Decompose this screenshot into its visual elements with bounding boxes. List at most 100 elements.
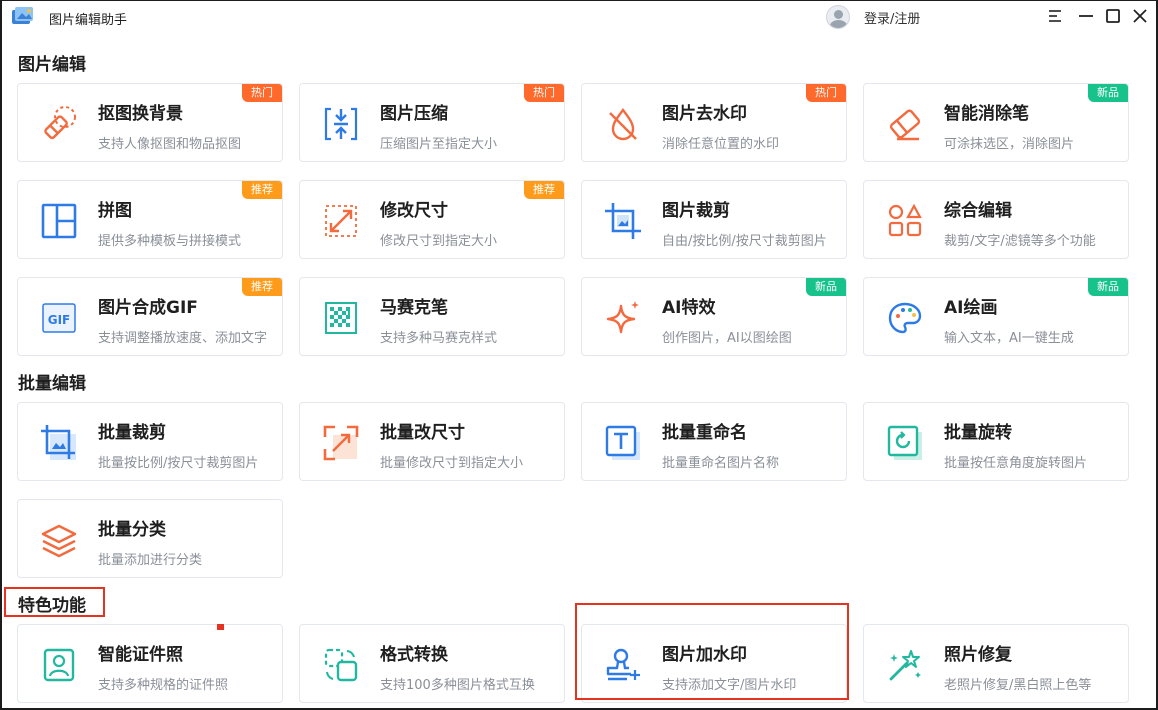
card-title: 格式转换 (380, 645, 448, 665)
highlight-box-watermark-card (575, 603, 849, 700)
card-title: 拼图 (98, 201, 132, 221)
card-title: 修改尺寸 (380, 201, 448, 221)
annotation-marker (217, 624, 224, 630)
close-icon (1133, 9, 1147, 23)
card-description: 支持人像抠图和物品抠图 (98, 137, 242, 152)
minimize-button[interactable] (1076, 6, 1096, 26)
badge-hot: 热门 (242, 84, 282, 102)
card-description: 支持调整播放速度、添加文字 (98, 331, 268, 346)
card-title: 批量改尺寸 (380, 423, 465, 443)
card-description: 可涂抹选区，消除图片 (944, 137, 1075, 152)
badge-recommend: 推荐 (242, 278, 282, 296)
card-title: 图片压缩 (380, 104, 448, 124)
card-image-compress[interactable]: 图片压缩 压缩图片至指定大小 热门 (299, 83, 565, 162)
card-description: 批量添加进行分类 (98, 553, 203, 568)
card-title: 智能消除笔 (944, 104, 1029, 124)
card-batch-crop[interactable]: 批量裁剪 批量按比例/按尺寸裁剪图片 (17, 402, 283, 481)
card-photo-restore[interactable]: 照片修复 老照片修复/黑白照上色等 (863, 624, 1129, 703)
card-gif-maker[interactable]: GIF 图片合成GIF 支持调整播放速度、添加文字 推荐 (17, 277, 283, 356)
login-label: 登录/注册 (864, 11, 921, 27)
batch-crop-icon (41, 425, 76, 460)
card-title: 图片去水印 (662, 104, 747, 124)
badge-recommend: 推荐 (524, 181, 564, 199)
card-mosaic-pen[interactable]: 马赛克笔 支持多种马赛克样式 (299, 277, 565, 356)
badge-new: 新品 (1088, 278, 1128, 296)
maximize-button[interactable] (1103, 6, 1123, 26)
card-description: 批量按比例/按尺寸裁剪图片 (98, 456, 259, 471)
avatar (826, 5, 850, 29)
smart-eraser-icon (889, 109, 921, 141)
card-batch-resize[interactable]: 批量改尺寸 批量修改尺寸到指定大小 (299, 402, 565, 481)
card-resize[interactable]: 修改尺寸 修改尺寸到指定大小 推荐 (299, 180, 565, 259)
highlight-box-section (4, 587, 105, 617)
format-convert-icon (324, 648, 358, 682)
batch-rotate-icon (887, 425, 922, 460)
app-title: 图片编辑助手 (49, 13, 128, 28)
resize-icon (325, 205, 357, 237)
card-description: 批量修改尺寸到指定大小 (380, 456, 524, 471)
badge-new: 新品 (1088, 84, 1128, 102)
eraser-icon (44, 106, 76, 140)
app-logo-icon (12, 7, 33, 24)
card-description: 支持100多种图片格式互换 (380, 678, 535, 693)
layers-icon (41, 524, 77, 558)
id-photo-icon (43, 648, 75, 682)
card-title: 马赛克笔 (380, 298, 448, 318)
palette-icon (888, 302, 922, 334)
badge-new: 新品 (806, 278, 846, 296)
menu-icon (1049, 10, 1061, 22)
menu-button[interactable] (1045, 6, 1065, 26)
card-batch-classify[interactable]: 批量分类 批量添加进行分类 (17, 499, 283, 578)
card-smart-eraser[interactable]: 智能消除笔 可涂抹选区，消除图片 新品 (863, 83, 1129, 162)
sparkle-icon (606, 301, 639, 334)
card-remove-watermark[interactable]: 图片去水印 消除任意位置的水印 热门 (581, 83, 847, 162)
batch-rename-icon (605, 425, 640, 460)
card-description: 批量重命名图片名称 (662, 456, 780, 471)
card-description: 老照片修复/黑白照上色等 (944, 678, 1092, 693)
card-format-convert[interactable]: 格式转换 支持100多种图片格式互换 (299, 624, 565, 703)
crop-icon (605, 203, 641, 239)
card-title: 批量分类 (98, 520, 166, 540)
card-collage[interactable]: 拼图 提供多种模板与拼接模式 推荐 (17, 180, 283, 259)
card-title: 批量重命名 (662, 423, 747, 443)
card-title: 智能证件照 (98, 645, 183, 665)
card-title: AI绘画 (944, 298, 998, 318)
login-button[interactable]: 登录/注册 (826, 5, 920, 29)
card-description: 提供多种模板与拼接模式 (98, 234, 242, 249)
section-title-batch-edit: 批量编辑 (18, 374, 86, 394)
minimize-icon (1079, 15, 1093, 17)
card-title: 照片修复 (944, 645, 1012, 665)
batch-resize-icon (323, 425, 359, 461)
card-title: 批量旋转 (944, 423, 1012, 443)
card-crop[interactable]: 图片裁剪 自由/按比例/按尺寸裁剪图片 (581, 180, 847, 259)
card-title: 图片裁剪 (662, 201, 730, 221)
svg-text:GIF: GIF (48, 313, 71, 327)
card-description: 创作图片，AI以图绘图 (662, 331, 792, 346)
card-title: 抠图换背景 (98, 104, 183, 124)
card-cutout-background[interactable]: 抠图换背景 支持人像抠图和物品抠图 热门 (17, 83, 283, 162)
shapes-icon (888, 203, 922, 237)
card-description: 输入文本，AI一键生成 (944, 331, 1074, 346)
card-ai-effects[interactable]: AI特效 创作图片，AI以图绘图 新品 (581, 277, 847, 356)
badge-hot: 热门 (806, 84, 846, 102)
card-ai-painting[interactable]: AI绘画 输入文本，AI一键生成 新品 (863, 277, 1129, 356)
card-description: 裁剪/文字/滤镜等多个功能 (944, 234, 1096, 249)
no-watermark-icon (609, 108, 637, 141)
card-description: 消除任意位置的水印 (662, 137, 780, 152)
card-id-photo[interactable]: 智能证件照 支持多种规格的证件照 (17, 624, 283, 703)
compress-icon (324, 107, 358, 141)
gif-icon: GIF (42, 303, 76, 333)
card-batch-rename[interactable]: 批量重命名 批量重命名图片名称 (581, 402, 847, 481)
mosaic-icon (325, 302, 357, 334)
card-description: 压缩图片至指定大小 (380, 137, 498, 152)
title-bar: 图片编辑助手 登录/注册 (0, 0, 1158, 34)
card-description: 批量按任意角度旋转图片 (944, 456, 1088, 471)
magic-wand-icon (889, 650, 921, 681)
card-description: 修改尺寸到指定大小 (380, 234, 498, 249)
close-button[interactable] (1130, 6, 1150, 26)
collage-icon (41, 203, 77, 239)
card-batch-rotate[interactable]: 批量旋转 批量按任意角度旋转图片 (863, 402, 1129, 481)
section-title-image-edit: 图片编辑 (18, 55, 86, 75)
card-title: 批量裁剪 (98, 423, 166, 443)
card-comprehensive-edit[interactable]: 综合编辑 裁剪/文字/滤镜等多个功能 (863, 180, 1129, 259)
